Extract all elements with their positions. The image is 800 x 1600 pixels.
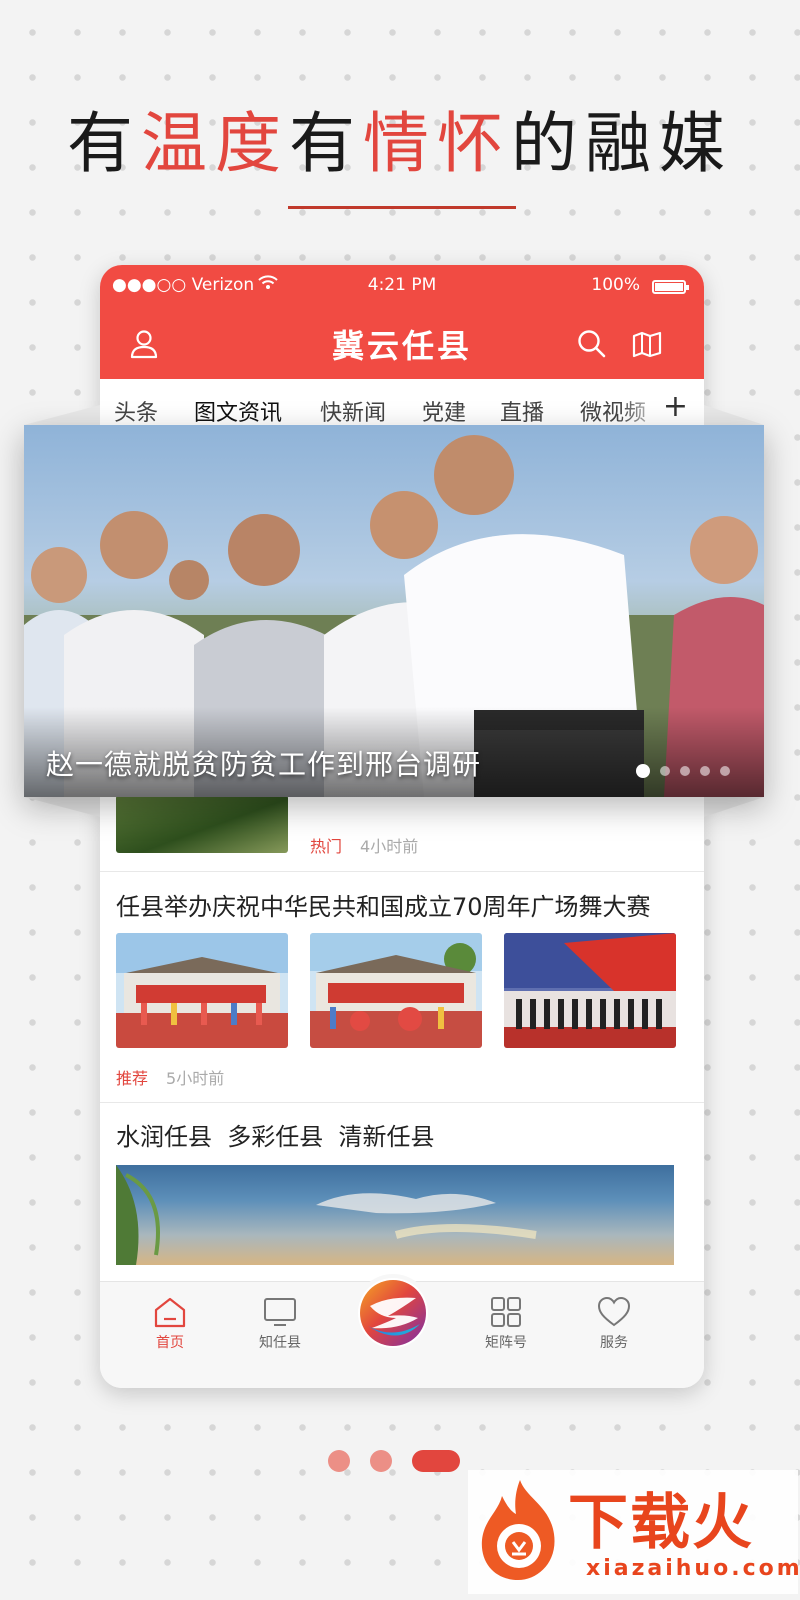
tab-party[interactable]: 党建 [422,395,466,427]
headline-part1: 有 [67,105,141,182]
carousel-dot[interactable] [636,764,650,778]
tabbar-matrix-label: 矩阵号 [485,1335,527,1351]
article-thumbnail[interactable] [116,795,288,853]
watermark-brand: 下载火 [568,1488,754,1558]
article-image[interactable] [116,933,288,1048]
battery-icon [652,280,689,294]
tabbar-know-label: 知任县 [259,1335,301,1351]
headline-part3: 有 [289,105,363,182]
tabbar-service[interactable]: 服务 [574,1296,654,1352]
app-logo-button[interactable] [358,1278,428,1348]
page-dot[interactable] [328,1450,350,1472]
promo-headline: 有温度有情怀的融媒 [0,90,800,186]
watermark-url: xiazaihuo.com [586,1556,800,1581]
app-header: 冀云任县 [100,309,704,379]
card-shadow-flap [24,405,100,425]
headline-underline [288,206,516,209]
tab-headlines[interactable]: 头条 [114,395,158,427]
hero-caption: 赵一德就脱贫防贫工作到邢台调研 [46,748,482,781]
carousel-dot[interactable] [720,766,730,776]
article-time: 4小时前 [360,837,419,856]
status-bar: ●●●○○ Verizon 4:21 PM 100% [100,265,704,309]
article-tag: 推荐 [116,1069,149,1088]
article-image[interactable] [310,933,482,1048]
card-shadow-flap [24,797,100,817]
carousel-dot[interactable] [660,766,670,776]
carousel-indicators [626,761,730,780]
carousel-dot[interactable] [700,766,710,776]
flame-logo-icon [481,1480,555,1580]
search-icon[interactable] [574,326,610,362]
map-icon[interactable] [630,326,666,362]
monitor-icon [264,1298,296,1326]
tabbar-service-label: 服务 [600,1335,628,1351]
article-meta: 热门 4小时前 [310,833,418,857]
tabbar-matrix[interactable]: 矩阵号 [466,1296,546,1352]
headline-part2: 温度 [141,105,289,182]
headline-part5: 的融媒 [511,105,733,182]
bottom-tab-bar: 首页 知任县 矩阵号 服务 [100,1278,704,1388]
app-logo-icon [360,1280,426,1346]
heart-icon [597,1296,631,1327]
tabbar-home-label: 首页 [156,1335,184,1351]
article-tag: 热门 [310,837,343,856]
add-channel-icon[interactable]: + [663,389,688,424]
divider [100,1102,704,1103]
page-dot[interactable] [370,1450,392,1472]
tab-quick-news[interactable]: 快新闻 [320,395,386,427]
card-shadow-flap [704,405,764,425]
article-meta: 推荐 5小时前 [116,1065,224,1089]
tab-live[interactable]: 直播 [500,395,544,427]
hero-carousel[interactable]: 赵一德就脱贫防贫工作到邢台调研 [24,425,764,797]
divider [100,871,704,872]
battery-level: 100% [591,275,640,295]
card-shadow-flap [704,797,764,817]
article-image[interactable] [116,1165,674,1265]
article-time: 5小时前 [166,1069,225,1088]
grid-icon [491,1297,521,1327]
headline-part4: 情怀 [363,105,511,182]
home-icon [154,1297,186,1328]
app-title: 冀云任县 [331,327,472,365]
tabbar-home[interactable]: 首页 [130,1296,210,1352]
article-title[interactable]: 水润任县 多彩任县 清新任县 [116,1117,435,1152]
article-image[interactable] [504,933,676,1048]
tabbar-know-county[interactable]: 知任县 [240,1296,320,1352]
carousel-dot[interactable] [680,766,690,776]
article-title[interactable]: 任县举办庆祝中华民共和国成立70周年广场舞大赛 [116,887,651,922]
watermark: 下载火 xiazaihuo.com [468,1470,800,1594]
page-dot-active[interactable] [412,1450,460,1472]
tab-picture-news[interactable]: 图文资讯 [194,395,282,427]
